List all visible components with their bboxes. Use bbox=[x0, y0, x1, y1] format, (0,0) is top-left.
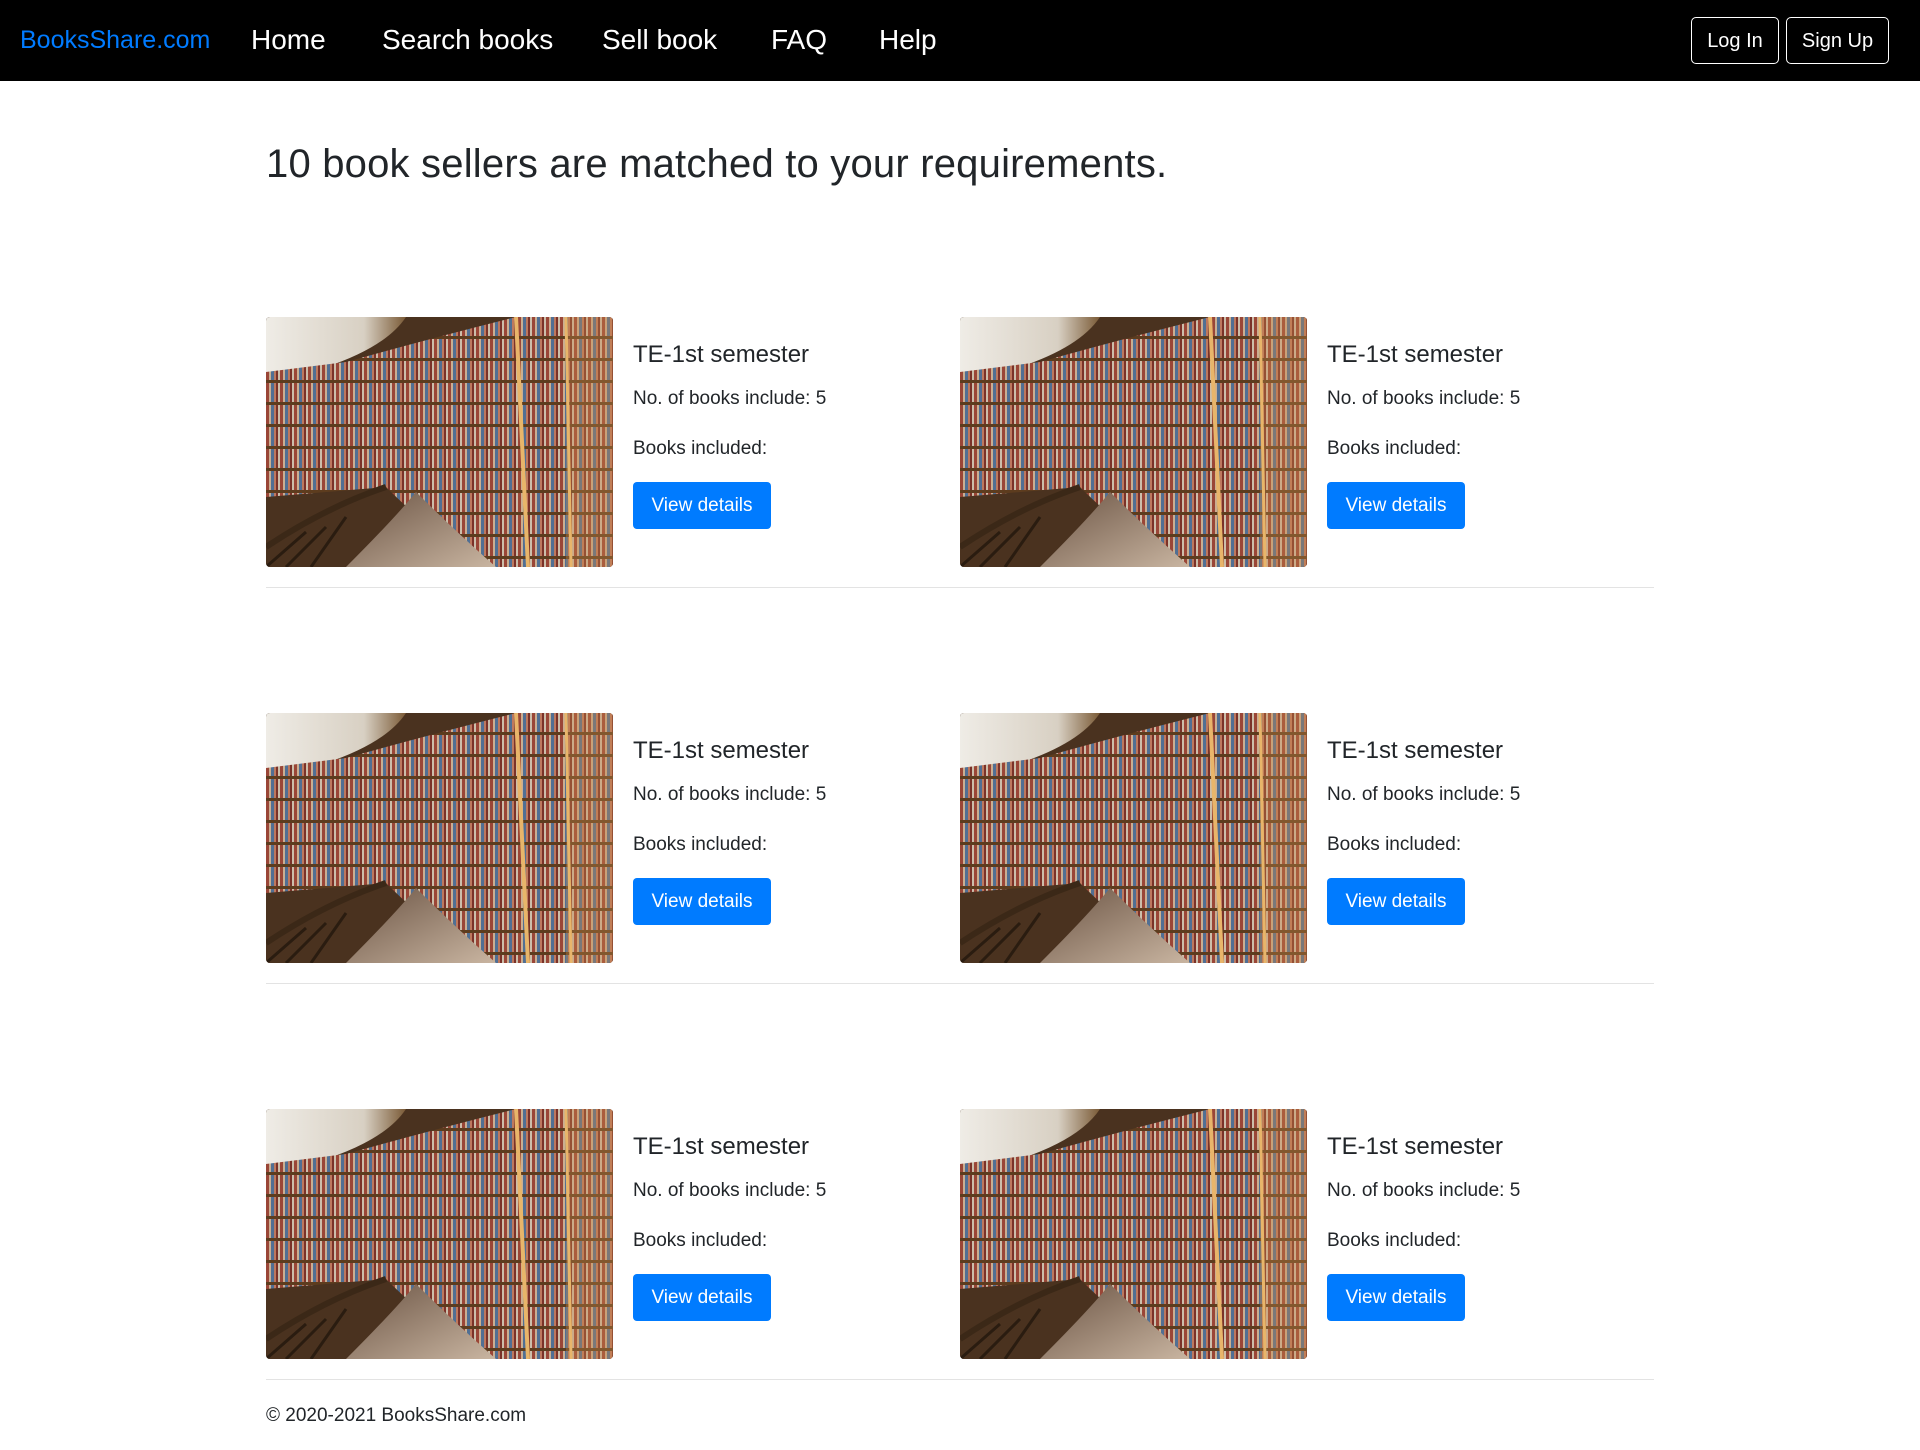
listing-title: TE-1st semester bbox=[633, 1133, 810, 1160]
view-details-button[interactable]: View details bbox=[1327, 1274, 1465, 1321]
listing-books-included: Books included: bbox=[1327, 1230, 1462, 1251]
listing-title: TE-1st semester bbox=[1327, 1133, 1504, 1160]
library-image bbox=[266, 713, 613, 963]
listing-books-included: Books included: bbox=[633, 1230, 768, 1251]
view-details-button[interactable]: View details bbox=[633, 482, 771, 529]
nav-home[interactable]: Home bbox=[251, 22, 326, 58]
library-image bbox=[960, 713, 1307, 963]
top-navbar: BooksShare.com Home Search books Sell bo… bbox=[0, 0, 1920, 81]
listing-card: TE-1st semester No. of books include: 5 … bbox=[266, 713, 926, 963]
listing-book-count: No. of books include: 5 bbox=[1327, 388, 1521, 409]
listing-book-count: No. of books include: 5 bbox=[1327, 1180, 1521, 1201]
nav-search-books[interactable]: Search books bbox=[382, 22, 553, 58]
login-button[interactable]: Log In bbox=[1691, 17, 1779, 64]
nav-faq[interactable]: FAQ bbox=[771, 22, 827, 58]
signup-button[interactable]: Sign Up bbox=[1786, 17, 1889, 64]
listing-title: TE-1st semester bbox=[1327, 341, 1504, 368]
listing-card: TE-1st semester No. of books include: 5 … bbox=[960, 1109, 1620, 1359]
row-divider bbox=[266, 587, 1654, 588]
listing-book-count: No. of books include: 5 bbox=[633, 388, 827, 409]
listing-books-included: Books included: bbox=[633, 438, 768, 459]
listing-book-count: No. of books include: 5 bbox=[1327, 784, 1521, 805]
row-divider bbox=[266, 983, 1654, 984]
view-details-button[interactable]: View details bbox=[1327, 482, 1465, 529]
brand-link[interactable]: BooksShare.com bbox=[20, 24, 210, 57]
library-image bbox=[960, 1109, 1307, 1359]
listing-card: TE-1st semester No. of books include: 5 … bbox=[960, 317, 1620, 567]
nav-sell-book[interactable]: Sell book bbox=[602, 22, 717, 58]
library-image bbox=[266, 1109, 613, 1359]
library-image bbox=[266, 317, 613, 567]
view-details-button[interactable]: View details bbox=[633, 1274, 771, 1321]
listing-title: TE-1st semester bbox=[633, 341, 810, 368]
listing-book-count: No. of books include: 5 bbox=[633, 784, 827, 805]
listing-card: TE-1st semester No. of books include: 5 … bbox=[960, 713, 1620, 963]
listing-title: TE-1st semester bbox=[633, 737, 810, 764]
listing-card: TE-1st semester No. of books include: 5 … bbox=[266, 1109, 926, 1359]
listing-title: TE-1st semester bbox=[1327, 737, 1504, 764]
library-image bbox=[960, 317, 1307, 567]
footer-copyright: © 2020-2021 BooksShare.com bbox=[266, 1405, 527, 1426]
view-details-button[interactable]: View details bbox=[633, 878, 771, 925]
row-divider bbox=[266, 1379, 1654, 1380]
listing-books-included: Books included: bbox=[633, 834, 768, 855]
listing-card: TE-1st semester No. of books include: 5 … bbox=[266, 317, 926, 567]
listing-book-count: No. of books include: 5 bbox=[633, 1180, 827, 1201]
view-details-button[interactable]: View details bbox=[1327, 878, 1465, 925]
listing-books-included: Books included: bbox=[1327, 834, 1462, 855]
listing-books-included: Books included: bbox=[1327, 438, 1462, 459]
nav-help[interactable]: Help bbox=[879, 22, 937, 58]
page-title: 10 book sellers are matched to your requ… bbox=[266, 142, 1168, 186]
